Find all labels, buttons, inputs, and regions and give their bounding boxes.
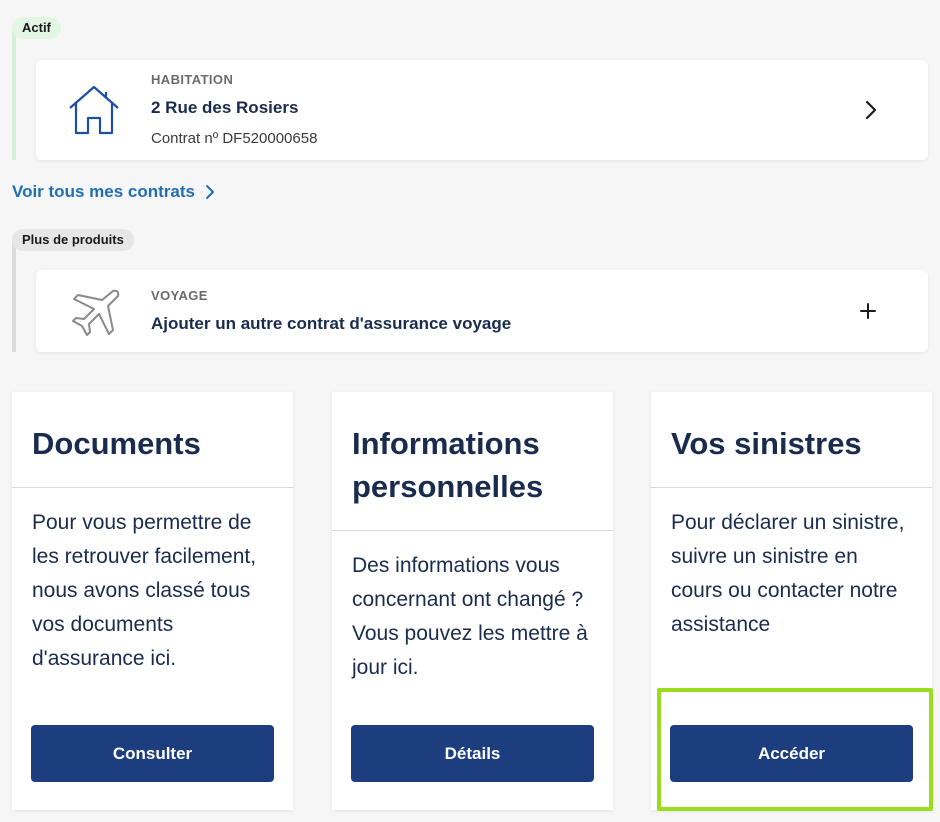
more-products-section-bar (12, 240, 16, 352)
more-products-badge: Plus de produits (12, 229, 134, 251)
contract-address: 2 Rue des Rosiers (151, 98, 299, 117)
contract-type: HABITATION (151, 72, 234, 87)
tile-title: Vos sinistres (671, 426, 862, 461)
product-title: Ajouter un autre contrat d'assurance voy… (151, 314, 512, 333)
plus-icon[interactable] (860, 303, 876, 324)
active-section-bar (12, 30, 16, 160)
tile-header: Vos sinistres (651, 392, 932, 488)
contract-card-habitation[interactable]: HABITATION 2 Rue des Rosiers Contrat nº … (36, 60, 928, 160)
tile-description: Pour vous permettre de les retrouver fac… (32, 511, 257, 670)
active-badge: Actif (12, 17, 61, 39)
documents-tile: Documents Pour vous permettre de les ret… (12, 392, 293, 810)
airplane-icon (66, 286, 122, 347)
chevron-right-icon (205, 184, 215, 200)
product-type: VOYAGE (151, 288, 208, 303)
product-card-voyage[interactable]: VOYAGE Ajouter un autre contrat d'assura… (36, 270, 928, 352)
focus-highlight (657, 688, 933, 811)
tile-header: Informations personnelles (332, 392, 613, 531)
house-icon (66, 82, 122, 143)
see-all-contracts-link[interactable]: Voir tous mes contrats (12, 182, 215, 202)
chevron-right-icon[interactable] (864, 100, 878, 125)
tile-title: Informations personnelles (352, 426, 544, 504)
tile-description: Pour déclarer un sinistre, suivre un sin… (671, 511, 905, 636)
personal-info-tile: Informations personnelles Des informatio… (332, 392, 613, 810)
details-button[interactable]: Détails (351, 725, 594, 782)
tile-header: Documents (12, 392, 293, 488)
contract-number: Contrat nº DF520000658 (151, 130, 318, 147)
see-all-contracts-label: Voir tous mes contrats (12, 182, 195, 201)
consult-button[interactable]: Consulter (31, 725, 274, 782)
tile-title: Documents (32, 426, 201, 461)
tile-description: Des informations vous concernant ont cha… (352, 554, 588, 679)
